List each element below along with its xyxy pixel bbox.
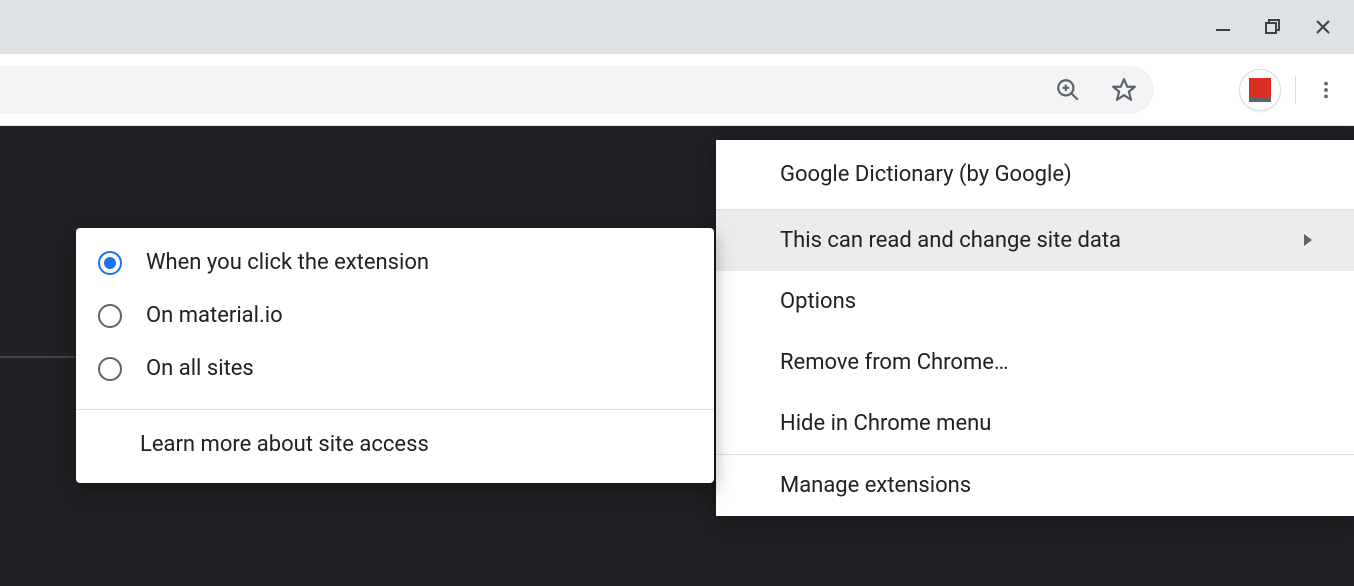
- menu-item-manage-extensions[interactable]: Manage extensions: [716, 455, 1354, 516]
- radio-option-on-click[interactable]: When you click the extension: [76, 228, 714, 289]
- radio-icon: [98, 251, 122, 275]
- menu-item-hide[interactable]: Hide in Chrome menu: [716, 393, 1354, 454]
- radio-label: When you click the extension: [146, 250, 429, 275]
- extension-icon: [1249, 78, 1271, 102]
- radio-option-all-sites[interactable]: On all sites: [76, 342, 714, 395]
- omnibox[interactable]: [0, 66, 1154, 114]
- menu-item-label: Hide in Chrome menu: [780, 411, 991, 436]
- submenu-arrow-icon: [1302, 228, 1314, 253]
- window-close-button[interactable]: [1298, 7, 1348, 47]
- bookmark-star-icon[interactable]: [1108, 74, 1140, 106]
- window-restore-button[interactable]: [1248, 7, 1298, 47]
- radio-icon: [98, 357, 122, 381]
- zoom-icon[interactable]: [1052, 74, 1084, 106]
- page-divider: [0, 356, 75, 358]
- menu-item-remove[interactable]: Remove from Chrome…: [716, 332, 1354, 393]
- menu-item-label: This can read and change site data: [780, 228, 1121, 253]
- radio-label: On material.io: [146, 303, 283, 328]
- menu-item-label: Options: [780, 289, 856, 314]
- radio-icon: [98, 304, 122, 328]
- window-titlebar: [0, 0, 1354, 54]
- site-access-submenu: When you click the extension On material…: [76, 228, 714, 483]
- window-minimize-button[interactable]: [1198, 7, 1248, 47]
- learn-more-link[interactable]: Learn more about site access: [76, 410, 714, 483]
- toolbar-separator: [1295, 76, 1296, 104]
- learn-more-label: Learn more about site access: [140, 432, 429, 457]
- menu-item-label: Remove from Chrome…: [780, 350, 1009, 375]
- extension-context-menu: Google Dictionary (by Google) This can r…: [716, 140, 1354, 516]
- chrome-menu-icon[interactable]: [1310, 74, 1342, 106]
- extension-avatar[interactable]: [1239, 69, 1281, 111]
- menu-item-label: Manage extensions: [780, 473, 971, 498]
- browser-toolbar: [0, 54, 1354, 126]
- menu-item-options[interactable]: Options: [716, 271, 1354, 332]
- menu-item-site-data[interactable]: This can read and change site data: [716, 210, 1354, 271]
- radio-label: On all sites: [146, 356, 254, 381]
- radio-option-on-site[interactable]: On material.io: [76, 289, 714, 342]
- extension-context-menu-title: Google Dictionary (by Google): [716, 140, 1354, 210]
